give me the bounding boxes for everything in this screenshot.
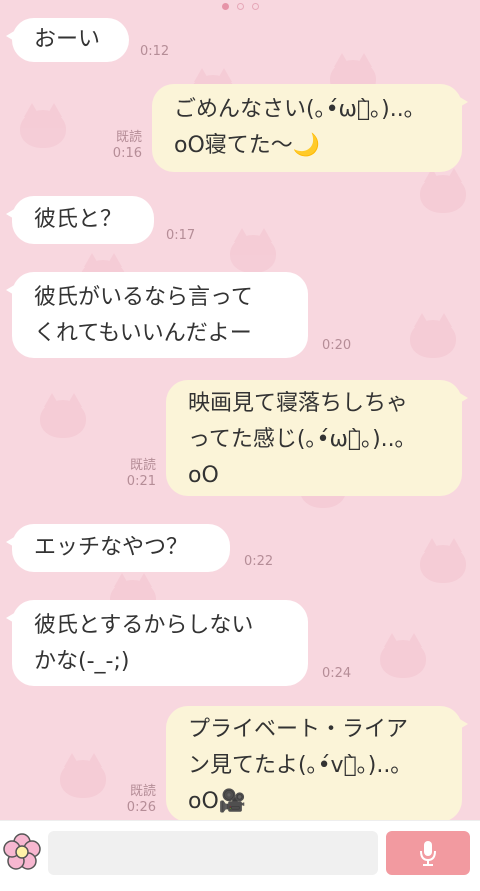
message-bubble-outgoing[interactable]: 映画見て寝落ちしちゃ ってた感じ(｡•́ωก̀｡)..｡ oO: [166, 380, 468, 496]
message-time: 0:20: [322, 338, 352, 353]
message-meta: 既読 0:26: [112, 784, 156, 816]
message-bubble-outgoing[interactable]: プライベート・ライア ン見てたよ(｡•́vก̀｡)..｡ oO🎥: [166, 706, 468, 822]
message-bubble-outgoing[interactable]: ごめんなさい(｡•́ωก̀｡)..｡ oO寝てた〜🌙: [152, 84, 468, 172]
message-meta: 0:17: [166, 228, 195, 244]
read-receipt: 既読: [129, 458, 156, 473]
message-meta: 0:20: [322, 338, 351, 354]
message-time: 0:26: [126, 800, 156, 815]
message-time: 0:16: [112, 146, 142, 161]
page-dot-1[interactable]: [221, 2, 229, 10]
voice-message-button[interactable]: [386, 831, 470, 875]
message-time: 0:21: [126, 474, 156, 489]
message-text-input[interactable]: [48, 831, 378, 875]
message-time: 0:22: [244, 554, 274, 569]
message-bubble-incoming[interactable]: 彼氏と？: [6, 196, 154, 244]
message-bubble-incoming[interactable]: おーい: [6, 18, 129, 62]
message-time: 0:12: [140, 44, 170, 59]
page-dot-3[interactable]: [251, 2, 259, 10]
message-meta: 既読 0:21: [112, 458, 156, 490]
message-bubble-incoming[interactable]: 彼氏がいるなら言って くれてもいいんだよー: [6, 272, 308, 358]
page-indicator: [0, 0, 480, 12]
message-meta: 0:24: [322, 666, 351, 682]
message-bubble-incoming[interactable]: エッチなやつ？: [6, 524, 230, 572]
page-dot-2[interactable]: [236, 2, 244, 10]
message-bubble-incoming[interactable]: 彼氏とするからしない かな(-_-;): [6, 600, 308, 686]
microphone-icon: [420, 841, 436, 866]
message-input-bar: [0, 820, 480, 891]
read-receipt: 既読: [115, 130, 142, 145]
message-meta: 0:22: [244, 554, 273, 570]
message-time: 0:17: [166, 228, 196, 243]
message-time: 0:24: [322, 666, 352, 681]
message-meta: 既読 0:16: [100, 130, 142, 162]
read-receipt: 既読: [129, 784, 156, 799]
flower-icon[interactable]: [0, 831, 44, 875]
message-meta: 0:12: [140, 44, 169, 60]
